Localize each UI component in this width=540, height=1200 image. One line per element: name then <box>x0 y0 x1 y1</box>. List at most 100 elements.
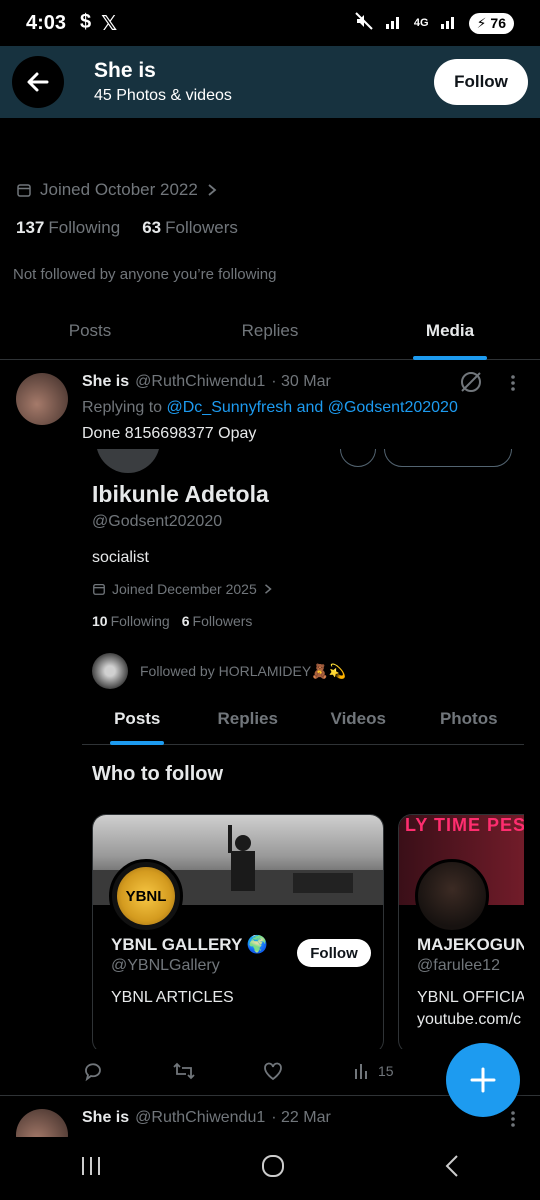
heart-icon <box>264 1062 282 1081</box>
post-date: · 30 Mar <box>271 373 331 390</box>
recent-apps-button[interactable] <box>78 1154 104 1183</box>
following-link[interactable]: 137 Following <box>16 218 120 238</box>
embed-followers-count: 6 <box>181 613 190 629</box>
mute-icon <box>354 11 374 36</box>
profile-header: She is 45 Photos & videos Follow <box>0 46 540 118</box>
views-count: 15 <box>378 1063 394 1079</box>
followers-link[interactable]: 63 Followers <box>142 218 238 238</box>
network-label: 4G <box>413 17 429 29</box>
embed-followed-by: Followed by HORLAMIDEY🧸💫 <box>92 653 346 689</box>
chevron-left-icon <box>445 1155 458 1177</box>
dollar-icon: $ <box>80 10 92 33</box>
tab-label: Replies <box>241 321 299 340</box>
joined-date: Joined October 2022 <box>16 180 218 200</box>
followers-label: Followers <box>165 218 238 237</box>
battery-indicator: ⚡ 76 <box>468 12 514 34</box>
embed-profile-name: Ibikunle Adetola <box>92 481 269 507</box>
back-arrow-icon <box>27 72 49 92</box>
embed-following-button <box>384 449 512 467</box>
card-bio-link: youtube.com/c <box>417 1011 522 1028</box>
card-handle: @farulee12 <box>417 957 500 974</box>
post-text: Done 8156698377 Opay <box>82 425 257 442</box>
header-title: She is <box>94 59 156 82</box>
card-bio: YBNL ARTICLES <box>111 989 234 1006</box>
post-author-name[interactable]: She is <box>82 373 129 391</box>
back-button[interactable] <box>12 56 64 108</box>
calendar-icon <box>17 184 31 197</box>
embed-followers-label: Followers <box>192 613 253 629</box>
views-icon <box>355 1064 367 1079</box>
tab-label: Posts <box>68 321 112 340</box>
status-left-icons: $ 𝕏 <box>80 11 117 36</box>
header-titles: She is 45 Photos & videos <box>94 59 232 105</box>
following-label: Following <box>48 218 121 237</box>
embed-joined-label: Joined December 2025 <box>112 581 257 597</box>
suggestion-card: LY TIME PES MAJEKOGUNS @farulee12 YBNL O… <box>398 814 524 1049</box>
grok-icon[interactable] <box>458 369 484 400</box>
embed-profile-handle: @Godsent202020 <box>92 513 223 530</box>
follow-counts: 137 Following 63 Followers <box>16 218 238 238</box>
tab-replies[interactable]: Replies <box>180 306 360 359</box>
tab-posts[interactable]: Posts <box>0 306 180 359</box>
embed-tab-indicator <box>110 741 165 745</box>
tab-label: Media <box>425 321 475 340</box>
reply-icon <box>85 1063 101 1082</box>
system-nav-bar <box>0 1137 540 1200</box>
embed-following-label: Following <box>110 613 170 629</box>
status-right: 4G ⚡ 76 <box>354 11 514 36</box>
more-options-icon[interactable] <box>506 373 520 398</box>
like-button[interactable] <box>262 1060 352 1082</box>
avatar <box>92 653 128 689</box>
home-icon <box>262 1155 284 1177</box>
embed-tab-posts: Posts <box>82 695 193 745</box>
embed-tab-label: Replies <box>217 709 278 728</box>
tab-active-indicator <box>413 356 487 360</box>
card-handle: @YBNLGallery <box>111 957 220 974</box>
post-header: She is @RuthChiwendu1 · 22 Mar <box>82 1109 331 1127</box>
embed-joined: Joined December 2025 <box>92 581 273 597</box>
avatar[interactable] <box>16 373 68 425</box>
post-media-image[interactable]: Ibikunle Adetola @Godsent202020 socialis… <box>82 449 524 1049</box>
profile-tabs: Posts Replies Media <box>0 306 540 360</box>
embed-tab-label: Photos <box>439 709 498 728</box>
signal-icon-2 <box>439 12 459 35</box>
suggestion-card: YBNL YBNL GALLERY 🌍 @YBNLGallery YBNL AR… <box>92 814 384 1049</box>
embed-tab-label: Videos <box>330 709 386 728</box>
charging-icon: ⚡ <box>476 14 487 31</box>
followers-count: 63 <box>142 218 162 237</box>
card-bio-line: YBNL OFFICIA <box>417 989 524 1006</box>
card-name: MAJEKOGUNS <box>417 935 524 954</box>
replying-to-users[interactable]: @Dc_Sunnyfresh and @Godsent202020 <box>167 399 458 416</box>
tab-media[interactable]: Media <box>360 306 540 360</box>
reply-button[interactable] <box>82 1060 172 1082</box>
embed-followed-by-text: Followed by HORLAMIDEY🧸💫 <box>140 662 347 679</box>
repost-button[interactable] <box>172 1060 262 1082</box>
compose-button[interactable] <box>446 1043 520 1117</box>
header-subtitle: 45 Photos & videos <box>94 87 232 104</box>
status-bar: 4:03 $ 𝕏 4G ⚡ 76 <box>0 0 540 46</box>
avatar[interactable] <box>16 1109 68 1137</box>
views-button[interactable]: 15 <box>352 1061 442 1081</box>
follow-button[interactable]: Follow <box>434 59 528 105</box>
embed-follow-counts: 10 Following 6 Followers <box>92 613 252 629</box>
more-options-icon[interactable] <box>506 1109 520 1134</box>
who-to-follow-title: Who to follow <box>92 763 224 785</box>
embed-notify-button <box>340 449 376 467</box>
replying-prefix: Replying to <box>82 399 163 416</box>
card-bio: YBNL OFFICIA youtube.com/c <box>417 987 524 1031</box>
card-avatar <box>415 859 489 933</box>
card-avatar: YBNL <box>109 859 183 933</box>
post-item[interactable]: She is @RuthChiwendu1 · 30 Mar Replying … <box>0 361 540 1096</box>
system-back-button[interactable] <box>442 1153 462 1184</box>
home-button[interactable] <box>260 1153 286 1184</box>
joined-label: Joined October 2022 <box>40 180 198 199</box>
post-author-name[interactable]: She is <box>82 1109 129 1127</box>
embed-following: 10 Following <box>92 613 170 629</box>
battery-level: 76 <box>490 15 506 31</box>
embed-avatar <box>96 449 160 473</box>
calendar-icon <box>93 583 105 595</box>
embed-tab-replies: Replies <box>193 695 304 744</box>
post-author-handle: @RuthChiwendu1 <box>135 373 266 390</box>
ybnl-logo-icon: YBNL <box>117 867 175 925</box>
embed-tab-photos: Photos <box>414 695 525 744</box>
